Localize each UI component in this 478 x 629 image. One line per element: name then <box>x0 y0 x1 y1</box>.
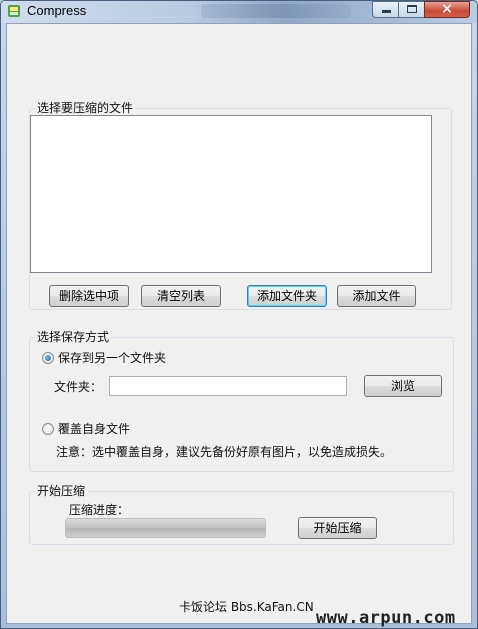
clear-list-button[interactable]: 清空列表 <box>141 285 221 307</box>
files-group-legend: 选择要压缩的文件 <box>35 101 136 115</box>
overwrite-self-label: 覆盖自身文件 <box>58 422 131 436</box>
overwrite-note: 注意：选中覆盖自身，建议先备份好原有图片，以免造成损失。 <box>56 445 393 459</box>
add-folder-button[interactable]: 添加文件夹 <box>247 285 327 307</box>
titlebar-background-blur <box>201 4 351 18</box>
window-title: Compress <box>27 3 87 18</box>
save-to-folder-radio[interactable] <box>42 352 54 364</box>
remove-selected-button[interactable]: 删除选中项 <box>49 285 129 307</box>
compress-app-icon <box>8 5 20 17</box>
browse-button[interactable]: 浏览 <box>364 375 442 397</box>
minimize-icon <box>382 10 391 13</box>
title-bar[interactable]: Compress × <box>1 1 477 23</box>
progress-label: 压缩进度： <box>69 503 130 517</box>
minimize-button[interactable] <box>372 1 399 18</box>
folder-label: 文件夹： <box>54 380 103 394</box>
compress-group-legend: 开始压缩 <box>35 484 88 498</box>
compress-progress-bar <box>65 518 266 538</box>
close-icon: × <box>441 1 453 17</box>
overwrite-self-radio[interactable] <box>42 423 54 435</box>
folder-path-input[interactable] <box>109 376 347 396</box>
app-window: Compress × 选择要压缩的文件 删除选中项 清空列表 添加文件夹 添加文… <box>0 0 478 629</box>
add-file-button[interactable]: 添加文件 <box>337 285 416 307</box>
save-group-legend: 选择保存方式 <box>35 330 112 344</box>
maximize-button[interactable] <box>398 1 425 18</box>
file-listbox[interactable] <box>30 115 432 273</box>
client-area: 选择要压缩的文件 删除选中项 清空列表 添加文件夹 添加文件 选择保存方式 保存… <box>6 23 472 624</box>
save-to-folder-label: 保存到另一个文件夹 <box>58 351 167 365</box>
site-watermark: www.arpun.com <box>316 608 456 628</box>
close-button[interactable]: × <box>424 1 470 18</box>
start-compress-button[interactable]: 开始压缩 <box>298 517 377 539</box>
footer-credit: 卡饭论坛 Bbs.KaFan.CN <box>179 600 314 614</box>
maximize-icon <box>407 5 417 13</box>
